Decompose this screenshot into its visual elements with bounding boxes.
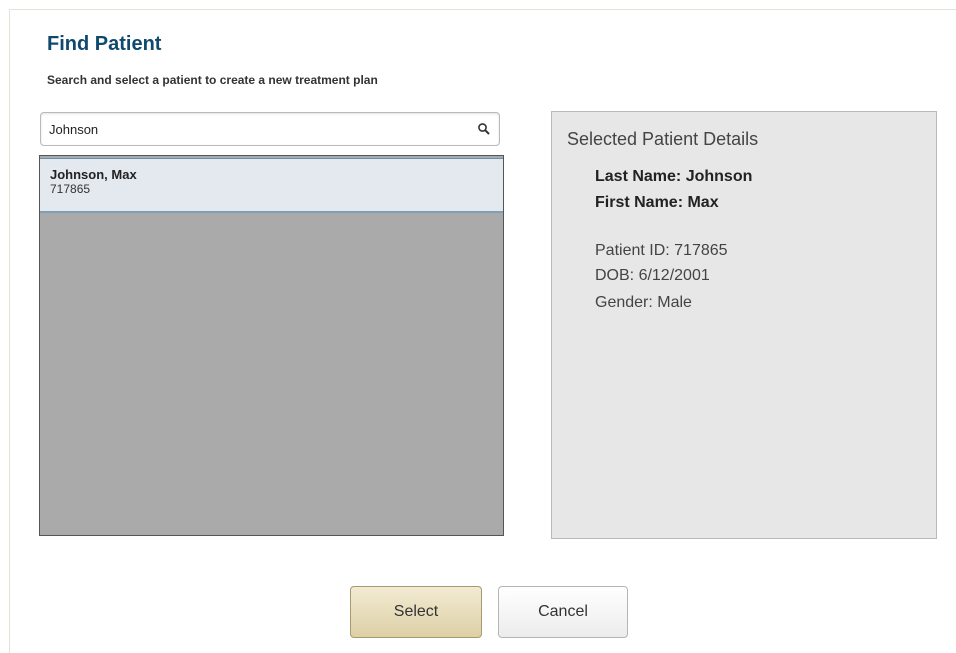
patient-name: Johnson, Max xyxy=(50,167,137,182)
details-heading: Selected Patient Details xyxy=(567,129,759,149)
last-name-value: Last Name: Johnson xyxy=(595,168,753,185)
cancel-button[interactable]: Cancel xyxy=(498,586,628,638)
page-title: Find Patient xyxy=(47,33,162,55)
search-icon[interactable] xyxy=(477,122,491,136)
gender-value: Gender: Male xyxy=(595,294,692,311)
patient-result-row[interactable]: Johnson, Max 717865 xyxy=(40,158,503,213)
first-name-value: First Name: Max xyxy=(595,194,719,211)
search-box xyxy=(40,112,500,146)
page-subtitle: Search and select a patient to create a … xyxy=(47,73,378,87)
patient-id-value: Patient ID: 717865 xyxy=(595,242,728,259)
dob-value: DOB: 6/12/2001 xyxy=(595,267,710,284)
search-input[interactable] xyxy=(41,113,461,145)
patient-id: 717865 xyxy=(50,182,91,196)
selected-patient-details-panel: Selected Patient Details Last Name: John… xyxy=(551,111,937,539)
patient-results-list[interactable]: Johnson, Max 717865 xyxy=(39,155,504,536)
select-button[interactable]: Select xyxy=(350,586,482,638)
